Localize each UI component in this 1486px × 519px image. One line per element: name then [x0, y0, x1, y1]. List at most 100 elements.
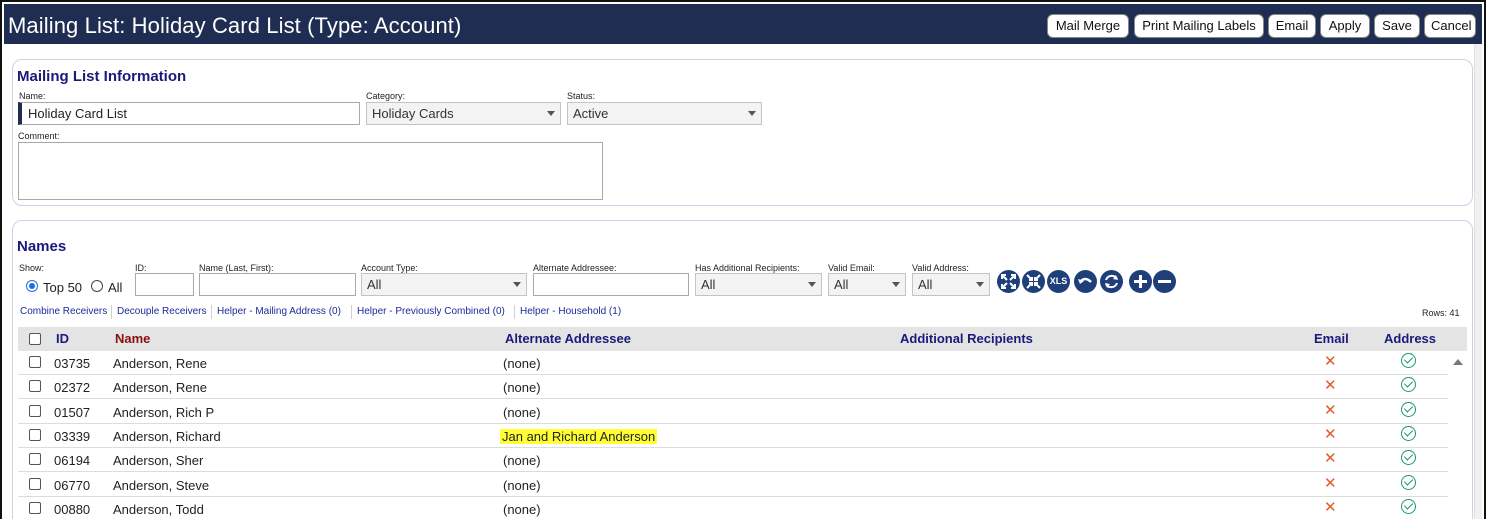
address-valid-icon — [1401, 402, 1416, 417]
status-select[interactable]: Active — [567, 102, 762, 125]
name-filter-input[interactable] — [199, 273, 356, 296]
row-checkbox[interactable] — [29, 453, 41, 465]
print-mailing-labels-button[interactable]: Print Mailing Labels — [1134, 14, 1264, 38]
alternate-addressee-input[interactable] — [533, 273, 689, 296]
address-valid-icon — [1401, 377, 1416, 392]
row-alternate-addressee: (none) — [503, 453, 541, 468]
valid-address-select[interactable]: All — [912, 273, 990, 296]
id-filter-label: ID: — [135, 263, 147, 273]
valid-email-label: Valid Email: — [828, 263, 875, 273]
name-label: Name: — [19, 91, 46, 101]
page-title: Mailing List: Holiday Card List (Type: A… — [8, 13, 462, 38]
chevron-down-icon — [892, 282, 900, 287]
row-checkbox[interactable] — [29, 502, 41, 514]
row-name: Anderson, Rich P — [113, 405, 215, 420]
comment-textarea[interactable] — [18, 142, 603, 200]
table-row[interactable]: 01507 Anderson, Rich P (none) ✕ — [18, 400, 1448, 424]
link-divider — [351, 305, 352, 319]
show-top-50-label: Top 50 — [43, 280, 83, 295]
email-invalid-icon: ✕ — [1324, 450, 1337, 467]
email-invalid-icon: ✕ — [1324, 353, 1337, 370]
grid-scroll-up-icon[interactable] — [1453, 359, 1463, 365]
column-header-email[interactable]: Email — [1314, 331, 1349, 346]
row-alternate-addressee: Jan and Richard Anderson — [500, 429, 658, 444]
collapse-icon[interactable] — [1022, 270, 1045, 293]
row-alternate-addressee: (none) — [503, 356, 541, 371]
add-icon[interactable] — [1129, 270, 1152, 293]
row-id: 03735 — [54, 356, 91, 371]
row-name: Anderson, Richard — [113, 429, 221, 444]
row-checkbox[interactable] — [29, 429, 41, 441]
mailing-list-window: Mailing List: Holiday Card List (Type: A… — [0, 0, 1486, 519]
email-invalid-icon: ✕ — [1324, 402, 1337, 419]
has-additional-select[interactable]: All — [695, 273, 822, 296]
valid-email-value: All — [834, 277, 849, 292]
row-id: 03339 — [54, 429, 91, 444]
mail-merge-button[interactable]: Mail Merge — [1047, 14, 1129, 38]
row-id: 06194 — [54, 453, 91, 468]
column-header-alternate-addressee[interactable]: Alternate Addressee — [505, 331, 631, 346]
cancel-button[interactable]: Cancel — [1424, 14, 1476, 38]
email-invalid-icon: ✕ — [1324, 426, 1337, 443]
category-select[interactable]: Holiday Cards — [366, 102, 561, 125]
comment-label: Comment: — [18, 131, 60, 141]
undo-icon[interactable] — [1074, 270, 1097, 293]
email-invalid-icon: ✕ — [1324, 475, 1337, 492]
row-alternate-addressee: (none) — [503, 478, 541, 493]
expand-icon[interactable] — [997, 270, 1020, 293]
link-divider — [211, 305, 212, 319]
chevron-down-icon — [808, 282, 816, 287]
chevron-down-icon — [748, 111, 756, 116]
table-row[interactable]: 06770 Anderson, Steve (none) ✕ — [18, 473, 1448, 497]
decouple-receivers-link[interactable]: Decouple Receivers — [117, 306, 207, 317]
helper-household-link[interactable]: Helper - Household (1) — [520, 306, 621, 317]
helper-previously-combined-link[interactable]: Helper - Previously Combined (0) — [357, 306, 505, 317]
column-header-id[interactable]: ID — [56, 331, 69, 346]
name-filter-label: Name (Last, First): — [199, 263, 274, 273]
column-header-name[interactable]: Name — [115, 331, 150, 346]
helper-mailing-address-link[interactable]: Helper - Mailing Address (0) — [217, 306, 341, 317]
show-top-50-radio[interactable] — [26, 280, 38, 292]
row-checkbox[interactable] — [29, 380, 41, 392]
table-row[interactable]: 03735 Anderson, Rene (none) ✕ — [18, 351, 1448, 375]
address-valid-icon — [1401, 450, 1416, 465]
address-valid-icon — [1401, 499, 1416, 514]
remove-icon[interactable] — [1153, 270, 1176, 293]
valid-address-value: All — [918, 277, 933, 292]
refresh-icon[interactable] — [1100, 270, 1123, 293]
table-row[interactable]: 02372 Anderson, Rene (none) ✕ — [18, 375, 1448, 399]
row-id: 00880 — [54, 502, 91, 517]
apply-button[interactable]: Apply — [1320, 14, 1370, 38]
status-label: Status: — [567, 91, 596, 101]
xls-export-icon[interactable]: XLS — [1047, 270, 1070, 293]
table-row[interactable]: 03339 Anderson, Richard Jan and Richard … — [18, 424, 1448, 448]
link-divider — [111, 305, 112, 319]
row-id: 02372 — [54, 380, 91, 395]
column-header-address[interactable]: Address — [1384, 331, 1436, 346]
name-input[interactable]: Holiday Card List — [18, 102, 360, 125]
category-label: Category: — [366, 91, 406, 101]
save-button[interactable]: Save — [1374, 14, 1420, 38]
account-type-select[interactable]: All — [361, 273, 527, 296]
row-checkbox[interactable] — [29, 478, 41, 490]
grid-header: ID Name Alternate Addressee Additional R… — [18, 327, 1467, 351]
table-row[interactable]: 00880 Anderson, Todd (none) ✕ — [18, 497, 1448, 519]
email-invalid-icon: ✕ — [1324, 499, 1337, 516]
combine-receivers-link[interactable]: Combine Receivers — [20, 306, 107, 317]
show-all-radio[interactable] — [91, 280, 103, 292]
table-row[interactable]: 06194 Anderson, Sher (none) ✕ — [18, 448, 1448, 472]
page-scrollbar[interactable] — [1474, 44, 1482, 519]
valid-email-select[interactable]: All — [828, 273, 906, 296]
rows-count: Rows: 41 — [1422, 308, 1460, 318]
has-additional-value: All — [701, 277, 716, 292]
id-filter-input[interactable] — [135, 273, 194, 296]
select-all-checkbox[interactable] — [29, 333, 41, 345]
account-type-label: Account Type: — [361, 263, 418, 273]
column-header-additional-recipients[interactable]: Additional Recipients — [900, 331, 1033, 346]
address-valid-icon — [1401, 475, 1416, 490]
email-button[interactable]: Email — [1268, 14, 1316, 38]
row-checkbox[interactable] — [29, 405, 41, 417]
email-invalid-icon: ✕ — [1324, 377, 1337, 394]
row-checkbox[interactable] — [29, 356, 41, 368]
chevron-down-icon — [976, 282, 984, 287]
